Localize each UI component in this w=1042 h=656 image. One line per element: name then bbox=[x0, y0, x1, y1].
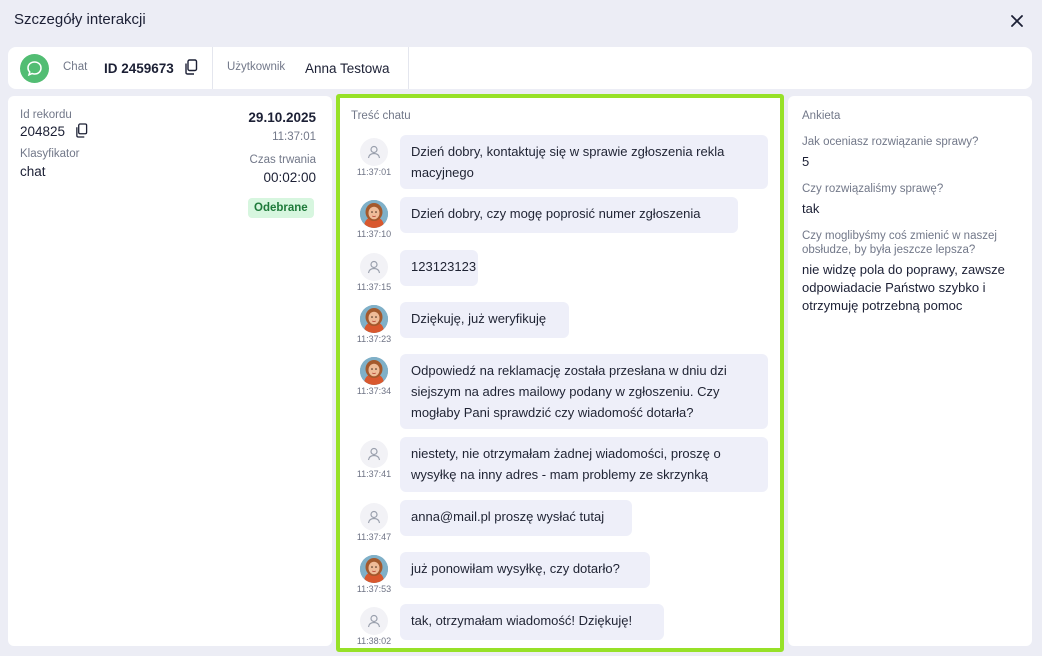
message-bubble: Dziękuję, już weryfikuję bbox=[400, 302, 569, 338]
message-time: 11:37:15 bbox=[356, 282, 392, 292]
chat-transcript-panel: Treść chatu 11:37:01 Dzień dobry, kontakt… bbox=[336, 94, 784, 652]
dialog-header: Szczegóły interakcji bbox=[0, 0, 1042, 41]
message-bubble: Dzień dobry, kontaktuję się w sprawie zg… bbox=[400, 135, 768, 189]
message-bubble: Odpowiedź na reklamację została przesłan… bbox=[400, 354, 768, 429]
survey-answer: 5 bbox=[802, 154, 810, 169]
chat-message: 11:37:47 anna@mail.pl proszę wysłać tutaj bbox=[350, 500, 770, 544]
user-icon bbox=[360, 440, 388, 468]
dialog-title: Szczegóły interakcji bbox=[14, 11, 146, 28]
user-icon bbox=[360, 138, 388, 166]
message-time: 11:37:10 bbox=[356, 229, 392, 239]
agent-avatar bbox=[360, 555, 388, 583]
user-icon bbox=[360, 503, 388, 531]
chat-message: 11:38:02 tak, otrzymałam wiadomość! Dzięk… bbox=[350, 604, 770, 648]
message-bubble: anna@mail.pl proszę wysłać tutaj bbox=[400, 500, 632, 536]
copy-icon[interactable] bbox=[184, 59, 198, 75]
message-time: 11:37:34 bbox=[356, 386, 392, 396]
interaction-id: ID 2459673 bbox=[104, 61, 174, 76]
chat-message: 11:37:34 Odpowiedź na reklamację została … bbox=[350, 354, 770, 436]
chat-message: 11:37:01 Dzień dobry, kontaktuję się w sp… bbox=[350, 135, 770, 197]
chat-message: 11:37:23 Dziękuję, już weryfikuję bbox=[350, 302, 770, 346]
survey-question: Czy moglibyśmy coś zmienić w naszej obsł… bbox=[802, 230, 997, 256]
survey-question: Czy rozwiązaliśmy sprawę? bbox=[802, 183, 944, 195]
record-details-panel: Id rekordu 204825 Klasyfikator chat 29.1… bbox=[8, 96, 332, 646]
duration-label: Czas trwania bbox=[249, 154, 316, 166]
message-time: 11:37:41 bbox=[356, 469, 392, 479]
message-bubble: niestety, nie otrzymałam żadnej wiadomoś… bbox=[400, 437, 768, 492]
survey-question: Jak oceniasz rozwiązanie sprawy? bbox=[802, 136, 979, 148]
user-label: Użytkownik bbox=[227, 61, 286, 73]
survey-panel: Ankieta Jak oceniasz rozwiązanie sprawy?… bbox=[788, 96, 1032, 646]
divider bbox=[212, 47, 213, 89]
agent-avatar bbox=[360, 200, 388, 228]
message-time: 11:37:01 bbox=[356, 167, 392, 177]
chat-message: 11:37:15 123123123 bbox=[350, 250, 770, 294]
chat-section-label: Treść chatu bbox=[351, 110, 411, 122]
message-time: 11:38:02 bbox=[356, 636, 392, 646]
chat-message: 11:37:41 niestety, nie otrzymałam żadnej … bbox=[350, 437, 770, 500]
chat-message: 11:37:10 Dzień dobry, czy mogę poprosić n… bbox=[350, 197, 770, 241]
user-icon bbox=[360, 607, 388, 635]
status-badge: Odebrane bbox=[248, 198, 314, 218]
message-time: 11:37:53 bbox=[356, 584, 392, 594]
message-bubble: tak, otrzymałam wiadomość! Dziękuję! bbox=[400, 604, 664, 640]
divider bbox=[408, 47, 409, 89]
survey-answer: tak bbox=[802, 201, 820, 216]
record-id-value: 204825 bbox=[20, 124, 66, 139]
interaction-info-bar: Chat ID 2459673 Użytkownik Anna Testowa bbox=[8, 47, 1032, 89]
classifier-label: Klasyfikator bbox=[20, 148, 80, 160]
chat-bubble-icon bbox=[20, 54, 49, 83]
user-icon bbox=[360, 253, 388, 281]
agent-avatar bbox=[360, 305, 388, 333]
message-time: 11:37:47 bbox=[356, 532, 392, 542]
agent-avatar bbox=[360, 357, 388, 385]
survey-section-label: Ankieta bbox=[802, 110, 841, 122]
message-time: 11:37:23 bbox=[356, 334, 392, 344]
record-date: 29.10.2025 bbox=[248, 110, 316, 125]
message-bubble: 123123123 bbox=[400, 250, 478, 286]
message-bubble: już ponowiłam wysyłkę, czy dotarło? bbox=[400, 552, 650, 588]
survey-answer: nie widzę pola do poprawy, zawsze odpowi… bbox=[802, 262, 1005, 313]
classifier-value: chat bbox=[20, 164, 46, 179]
message-bubble: Dzień dobry, czy mogę poprosić numer zgł… bbox=[400, 197, 738, 233]
user-name: Anna Testowa bbox=[305, 61, 390, 76]
copy-icon[interactable] bbox=[75, 123, 88, 138]
interaction-type-label: Chat bbox=[63, 61, 88, 73]
duration-value: 00:02:00 bbox=[263, 170, 316, 185]
chat-message: 11:37:53 już ponowiłam wysyłkę, czy dotar… bbox=[350, 552, 770, 596]
record-time: 11:37:01 bbox=[272, 131, 316, 143]
close-icon[interactable] bbox=[1007, 11, 1027, 31]
record-id-label: Id rekordu bbox=[20, 109, 72, 121]
